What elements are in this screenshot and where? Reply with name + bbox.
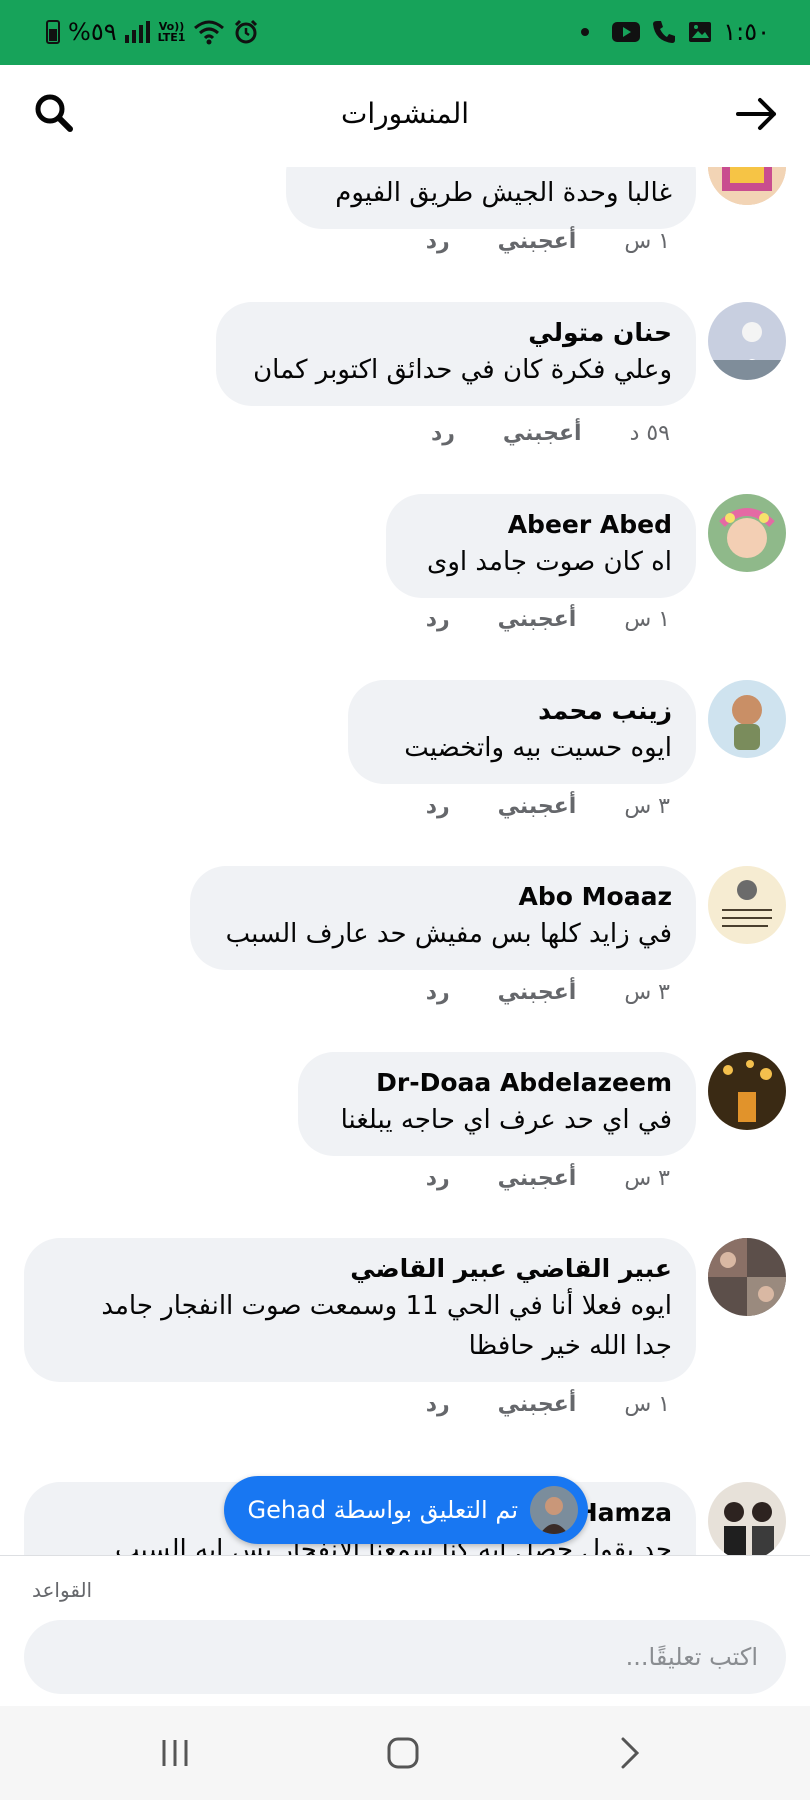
arrow-right-icon	[736, 98, 776, 130]
comment-bubble[interactable]: Abeer Abed اه كان صوت جامد اوى	[386, 494, 696, 598]
comment-time: ١ س	[624, 607, 670, 632]
comment-text: في زايد كلها بس مفيش حد عارف السبب	[225, 919, 672, 949]
top-app-bar: المنشورات	[0, 65, 810, 167]
comment-author[interactable]: Dr-Doaa Abdelazeem	[322, 1066, 672, 1100]
comment-author[interactable]: زينب محمد	[372, 694, 672, 728]
comment-actions: ٥٩ د أعجبني رد	[431, 421, 670, 446]
toast-text: تم التعليق بواسطة Gehad	[247, 1496, 518, 1524]
like-button[interactable]: أعجبني	[503, 421, 582, 446]
comment-author[interactable]: عبير القاضي عبير القاضي	[48, 1252, 672, 1286]
comment-actions: ١ س أعجبني رد	[426, 607, 670, 632]
comment-composer: القواعد	[0, 1555, 810, 1706]
reply-button[interactable]: رد	[426, 794, 450, 819]
reply-button[interactable]: رد	[426, 229, 450, 254]
avatar[interactable]	[708, 866, 786, 944]
comment-text: ايوه حسيت بيه واتخضيت	[404, 733, 672, 763]
comment-text: وعلي فكرة كان في حدائق اكتوبر كمان	[253, 355, 672, 385]
status-left: %٥٩ Vo)) LTE1	[46, 14, 259, 50]
recents-button[interactable]	[150, 1728, 200, 1778]
status-bar: %٥٩ Vo)) LTE1 ١:٥٠	[0, 0, 810, 65]
clock: ١:٥٠	[723, 18, 770, 46]
comment-time: ٣ س	[624, 794, 670, 819]
comment-author[interactable]: Abeer Abed	[410, 508, 672, 542]
reply-button[interactable]: رد	[426, 607, 450, 632]
like-button[interactable]: أعجبني	[498, 229, 577, 254]
like-button[interactable]: أعجبني	[498, 1392, 577, 1417]
comment-time: ٥٩ د	[629, 421, 670, 446]
avatar[interactable]	[708, 1052, 786, 1130]
comment-author[interactable]: حنان متولي	[240, 316, 672, 350]
comments-list[interactable]: غالبا وحدة الجيش طريق الفيوم ١ س أعجبني …	[0, 167, 810, 1555]
comment-toast[interactable]: تم التعليق بواسطة Gehad	[224, 1476, 588, 1544]
comment-text: غالبا وحدة الجيش طريق الفيوم	[335, 178, 672, 208]
network-indicator: Vo)) LTE1	[157, 20, 186, 44]
comment-text: جدا الله خير حافظا	[468, 1331, 672, 1361]
like-button[interactable]: أعجبني	[498, 980, 577, 1005]
comment-bubble[interactable]: غالبا وحدة الجيش طريق الفيوم	[286, 167, 696, 229]
battery-level: %٥٩	[68, 18, 117, 46]
youtube-icon	[612, 22, 641, 42]
comment-text: في اي حد عرف اي حاجه يبلغنا	[340, 1105, 672, 1135]
gallery-icon	[689, 22, 712, 42]
comment-time: ٣ س	[624, 1166, 670, 1191]
home-button[interactable]	[378, 1728, 428, 1778]
comment-bubble[interactable]: حنان متولي وعلي فكرة كان في حدائق اكتوبر…	[216, 302, 696, 406]
reply-button[interactable]: رد	[426, 1392, 450, 1417]
alarm-icon	[235, 19, 258, 44]
avatar[interactable]	[708, 494, 786, 572]
comment-actions: ١ س أعجبني رد	[426, 1392, 670, 1417]
comment-actions: ٣ س أعجبني رد	[426, 1166, 670, 1191]
comment-actions: ٣ س أعجبني رد	[426, 794, 670, 819]
comment-text: اه كان صوت جامد اوى	[427, 547, 672, 577]
like-button[interactable]: أعجبني	[498, 794, 577, 819]
comment-time: ١ س	[624, 229, 670, 254]
avatar[interactable]	[708, 1238, 786, 1316]
recents-icon	[162, 1740, 188, 1766]
comment-bubble[interactable]: Abo Moaaz في زايد كلها بس مفيش حد عارف ا…	[190, 866, 696, 970]
system-nav-bar	[0, 1706, 810, 1800]
avatar[interactable]	[708, 167, 786, 205]
comment-text: ايوه فعلا أنا في الحي 11 وسمعت صوت اانفج…	[101, 1291, 672, 1321]
home-icon	[387, 1737, 419, 1769]
wifi-icon	[194, 20, 225, 45]
reply-button[interactable]: رد	[426, 1166, 450, 1191]
status-right: ١:٥٠	[581, 14, 770, 50]
toast-avatar	[530, 1486, 578, 1534]
chevron-right-icon	[621, 1737, 640, 1769]
rules-link[interactable]: القواعد	[32, 1578, 92, 1602]
reply-button[interactable]: رد	[431, 421, 455, 446]
comment-time: ١ س	[624, 1392, 670, 1417]
comment-actions: ١ س أعجبني رد	[426, 229, 670, 254]
page-title: المنشورات	[340, 97, 470, 130]
avatar[interactable]	[708, 1482, 786, 1555]
avatar[interactable]	[708, 680, 786, 758]
comment-actions: ٣ س أعجبني رد	[426, 980, 670, 1005]
avatar[interactable]	[708, 302, 786, 380]
comment-bubble[interactable]: عبير القاضي عبير القاضي ايوه فعلا أنا في…	[24, 1238, 696, 1382]
notification-dot-icon	[581, 28, 590, 36]
comment-author[interactable]: Abo Moaaz	[214, 880, 672, 914]
battery-icon	[46, 20, 60, 44]
like-button[interactable]: أعجبني	[498, 1166, 577, 1191]
comment-time: ٣ س	[624, 980, 670, 1005]
back-nav-button[interactable]	[604, 1728, 654, 1778]
comment-bubble[interactable]: Dr-Doaa Abdelazeem في اي حد عرف اي حاجه …	[298, 1052, 696, 1156]
signal-icon	[124, 21, 150, 43]
phone-icon	[653, 21, 676, 43]
reply-button[interactable]: رد	[426, 980, 450, 1005]
like-button[interactable]: أعجبني	[498, 607, 577, 632]
comment-input[interactable]	[24, 1620, 786, 1694]
comment-bubble[interactable]: زينب محمد ايوه حسيت بيه واتخضيت	[348, 680, 696, 784]
back-button[interactable]	[732, 89, 782, 139]
